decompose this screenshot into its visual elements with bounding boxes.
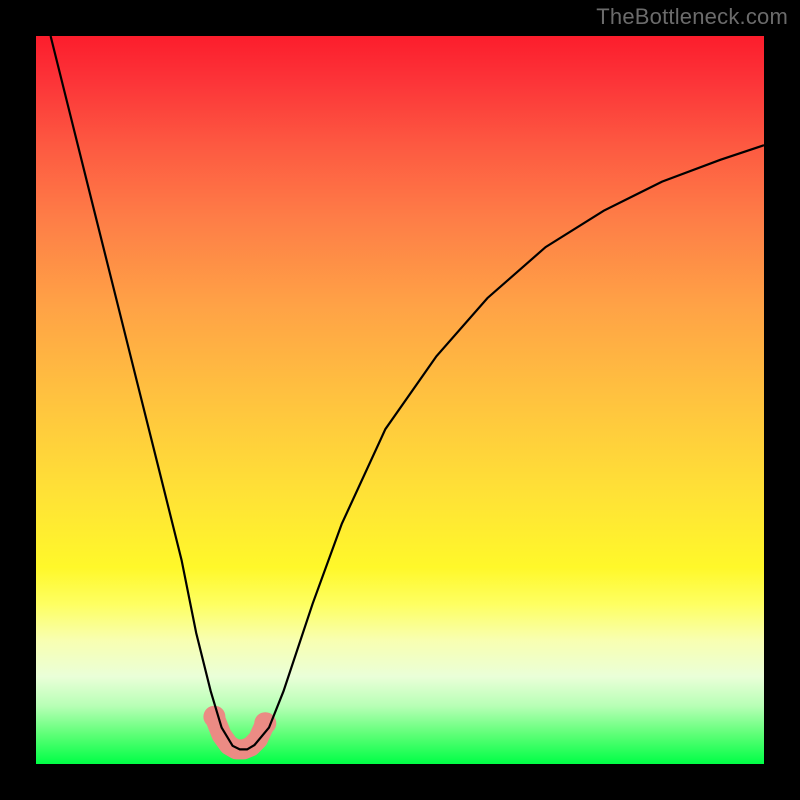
bottleneck-curve-path: [51, 36, 764, 749]
plot-area: [36, 36, 764, 764]
chart-frame: TheBottleneck.com: [0, 0, 800, 800]
curve-layer: [36, 36, 764, 764]
watermark-text: TheBottleneck.com: [596, 4, 788, 30]
salmon-dot: [203, 706, 225, 728]
